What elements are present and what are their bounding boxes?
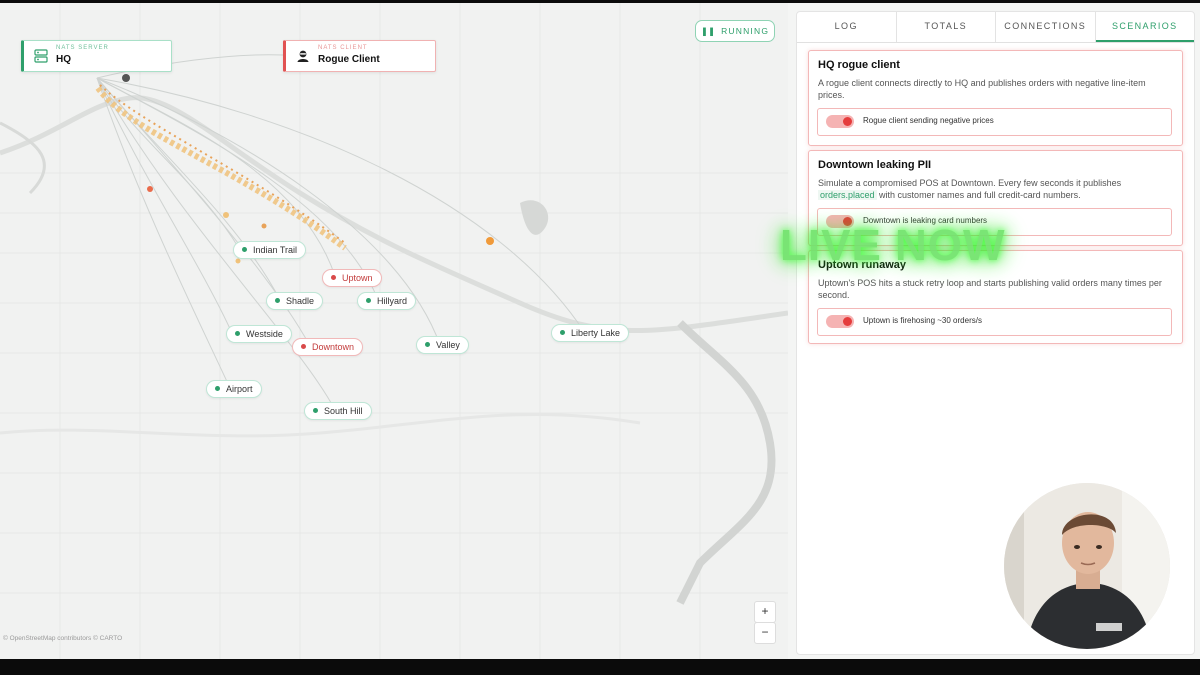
node-uptown[interactable]: Uptown xyxy=(322,269,382,287)
map-view[interactable]: NATS SERVER HQ NATS CLIENT Rogue Client … xyxy=(0,3,788,659)
status-dot xyxy=(313,408,318,413)
status-dot xyxy=(366,298,371,303)
node-label: Airport xyxy=(226,384,253,394)
hacker-icon xyxy=(297,50,309,62)
hq-server-card[interactable]: NATS SERVER HQ xyxy=(21,40,172,72)
map-attribution[interactable]: © OpenStreetMap contributors © CARTO xyxy=(3,635,122,642)
scenario-title: HQ rogue client xyxy=(818,59,900,71)
status-dot xyxy=(215,386,220,391)
tab-scenarios[interactable]: SCENARIOS xyxy=(1095,12,1194,42)
running-label: RUNNING xyxy=(721,26,770,36)
node-indian-trail[interactable]: Indian Trail xyxy=(233,241,307,259)
node-valley[interactable]: Valley xyxy=(416,336,469,354)
pause-icon: ❚❚ xyxy=(700,26,716,36)
toggle-switch[interactable] xyxy=(826,315,854,328)
scenario-description: Simulate a compromised POS at Downtown. … xyxy=(818,177,1173,201)
scenario-description: Uptown's POS hits a stuck retry loop and… xyxy=(818,278,1162,300)
node-westside[interactable]: Westside xyxy=(226,325,292,343)
scenario-toggle-row[interactable]: Rogue client sending negative prices xyxy=(817,108,1172,136)
client-card-kind: NATS CLIENT xyxy=(318,45,368,51)
status-dot xyxy=(242,247,247,252)
scenario-title: Downtown leaking PII xyxy=(818,159,932,171)
live-now-overlay: LIVE NOW xyxy=(780,221,1006,270)
running-status-button[interactable]: ❚❚ RUNNING xyxy=(695,20,775,42)
description-text: with customer names and full credit-card… xyxy=(876,190,1081,200)
node-airport[interactable]: Airport xyxy=(206,380,262,398)
node-label: Uptown xyxy=(342,273,373,283)
map-basemap xyxy=(0,3,788,659)
node-label: South Hill xyxy=(324,406,363,416)
tab-connections[interactable]: CONNECTIONS xyxy=(996,12,1096,42)
zoom-out-button[interactable]: − xyxy=(754,622,776,644)
status-dot xyxy=(560,330,565,335)
node-label: Valley xyxy=(436,340,460,350)
tab-totals[interactable]: TOTALS xyxy=(897,12,996,42)
presenter-image xyxy=(1004,483,1170,649)
status-dot xyxy=(331,275,336,280)
status-dot xyxy=(425,342,430,347)
node-label: Hillyard xyxy=(377,296,408,306)
server-card-title: HQ xyxy=(56,54,71,65)
server-card-kind: NATS SERVER xyxy=(56,45,109,51)
toggle-knob xyxy=(843,317,852,326)
toggle-switch[interactable] xyxy=(826,115,854,128)
status-dot xyxy=(235,331,240,336)
zoom-in-button[interactable]: + xyxy=(754,601,776,623)
rogue-client-card[interactable]: NATS CLIENT Rogue Client xyxy=(283,40,436,72)
tab-log[interactable]: LOG xyxy=(797,12,897,42)
node-label: Indian Trail xyxy=(253,245,298,255)
node-south-hill[interactable]: South Hill xyxy=(304,402,372,420)
server-icon xyxy=(34,49,48,63)
scenario-description: A rogue client connects directly to HQ a… xyxy=(818,78,1146,100)
description-text: Simulate a compromised POS at Downtown. … xyxy=(818,178,1122,188)
toggle-label: Uptown is firehosing ~30 orders/s xyxy=(863,316,982,325)
scenario-toggle-row[interactable]: Uptown is firehosing ~30 orders/s xyxy=(817,308,1172,336)
toggle-label: Rogue client sending negative prices xyxy=(863,116,994,125)
client-card-title: Rogue Client xyxy=(318,54,380,65)
node-label: Liberty Lake xyxy=(571,328,621,338)
node-hillyard[interactable]: Hillyard xyxy=(357,292,417,310)
subject-code: orders.placed xyxy=(818,190,877,200)
status-dot xyxy=(301,344,306,349)
panel-tabs: LOG TOTALS CONNECTIONS SCENARIOS xyxy=(797,12,1194,43)
node-label: Shadle xyxy=(286,296,315,306)
app-screen: NATS SERVER HQ NATS CLIENT Rogue Client … xyxy=(0,3,1200,659)
node-downtown[interactable]: Downtown xyxy=(292,338,364,356)
node-label: Downtown xyxy=(312,342,355,352)
presenter-webcam xyxy=(1002,481,1172,651)
node-label: Westside xyxy=(246,329,283,339)
scenario-card-hq-rogue-client: HQ rogue client A rogue client connects … xyxy=(808,50,1183,146)
toggle-knob xyxy=(843,117,852,126)
node-liberty-lake[interactable]: Liberty Lake xyxy=(551,324,630,342)
node-shadle[interactable]: Shadle xyxy=(266,292,324,310)
status-dot xyxy=(275,298,280,303)
